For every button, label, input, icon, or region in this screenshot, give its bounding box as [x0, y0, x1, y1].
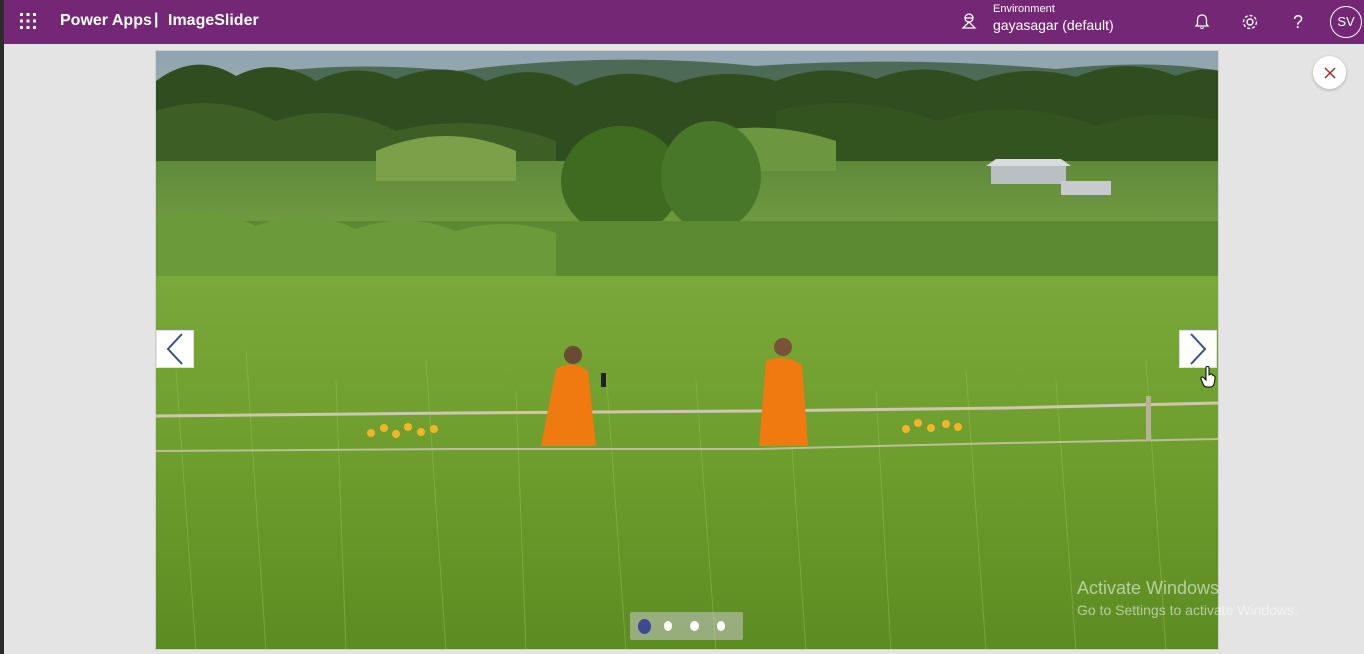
app-name: ImageSlider [168, 12, 259, 29]
help-icon[interactable]: ? [1288, 12, 1308, 32]
slide-dot-4[interactable] [716, 621, 725, 631]
environment-label: Environment [993, 3, 1055, 15]
close-icon [1324, 67, 1335, 78]
waffle-icon[interactable] [19, 12, 37, 30]
slide-dot-2[interactable] [663, 621, 673, 631]
slide-pagination [630, 612, 743, 640]
slide-dot-3[interactable] [690, 621, 699, 631]
activation-watermark-subtitle: Go to Settings to activate Windows. [1077, 602, 1298, 618]
chevron-left-icon [166, 333, 183, 365]
app-header: Power Apps | ImageSlider Environment gay… [4, 0, 1364, 44]
window-left-edge [0, 0, 4, 654]
brand-title[interactable]: Power Apps [60, 12, 152, 30]
gear-icon[interactable] [1240, 12, 1260, 32]
avatar[interactable]: SV [1330, 6, 1362, 38]
image-slider [155, 50, 1219, 650]
close-button[interactable] [1313, 56, 1346, 89]
environment-icon[interactable] [960, 12, 978, 30]
title-separator: | [154, 11, 159, 28]
chevron-right-icon [1190, 333, 1207, 365]
hand-cursor-icon [1200, 366, 1216, 388]
slide-dot-1[interactable] [638, 618, 651, 634]
environment-picker[interactable]: gayasagar (default) [993, 17, 1114, 33]
bell-icon[interactable] [1192, 12, 1212, 32]
next-slide-button[interactable] [1179, 330, 1217, 368]
slide-image [156, 51, 1218, 649]
activation-watermark-title: Activate Windows [1077, 578, 1220, 598]
previous-slide-button[interactable] [156, 330, 194, 368]
